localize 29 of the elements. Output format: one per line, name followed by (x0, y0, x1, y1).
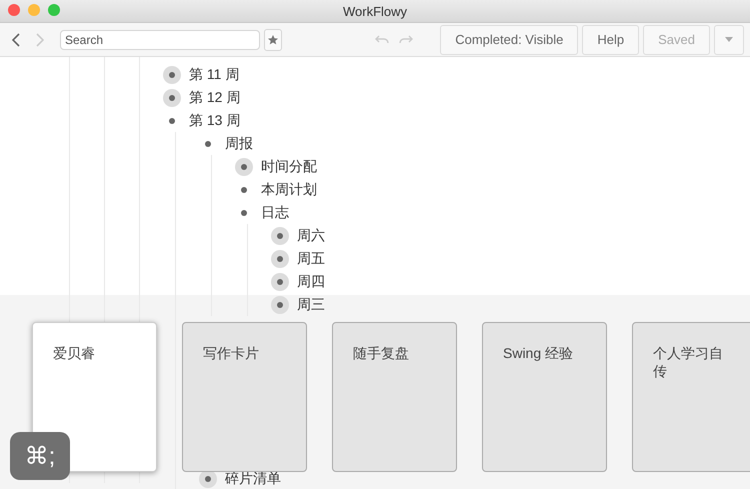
bullet-icon[interactable] (163, 66, 181, 84)
document-card[interactable]: 随手复盘 (332, 322, 457, 472)
outline-item: 周五 (297, 250, 325, 268)
outline-item: 时间分配 (261, 158, 317, 176)
outline-item: 周报 (225, 134, 253, 152)
outline-item: 碎片清单 (225, 470, 281, 488)
shortcut-hint: ⌘; (10, 432, 70, 480)
document-card[interactable]: Swing 经验 (482, 322, 607, 472)
toolbar-button[interactable]: Help (582, 24, 640, 54)
toolbar-button[interactable]: Completed: Visible (440, 24, 578, 54)
outline-item: 第 11 周 (189, 66, 240, 84)
document-card[interactable]: 写作卡片 (182, 322, 307, 472)
document-card[interactable]: 个人学习自传 (632, 322, 750, 472)
caret-icon (725, 37, 733, 42)
outline-item: 第 12 周 (189, 88, 240, 106)
bullet-icon[interactable] (163, 88, 181, 106)
window-title: WorkFlowy (342, 4, 408, 18)
bullet-icon[interactable] (235, 158, 253, 176)
search-field[interactable]: Search (60, 30, 260, 50)
outline-item: 周六 (297, 226, 325, 244)
bullet-icon[interactable] (271, 226, 289, 244)
outline-item: 周四 (297, 272, 325, 290)
outline-item: 第 13 周 (189, 112, 240, 130)
bullet-icon[interactable] (271, 250, 289, 268)
outline-item: 周三 (297, 296, 325, 314)
bullet-icon[interactable] (271, 272, 289, 290)
outline-item: 日志 (261, 204, 289, 222)
close-icon[interactable] (8, 4, 20, 16)
outline-item: 本周计划 (261, 180, 317, 198)
